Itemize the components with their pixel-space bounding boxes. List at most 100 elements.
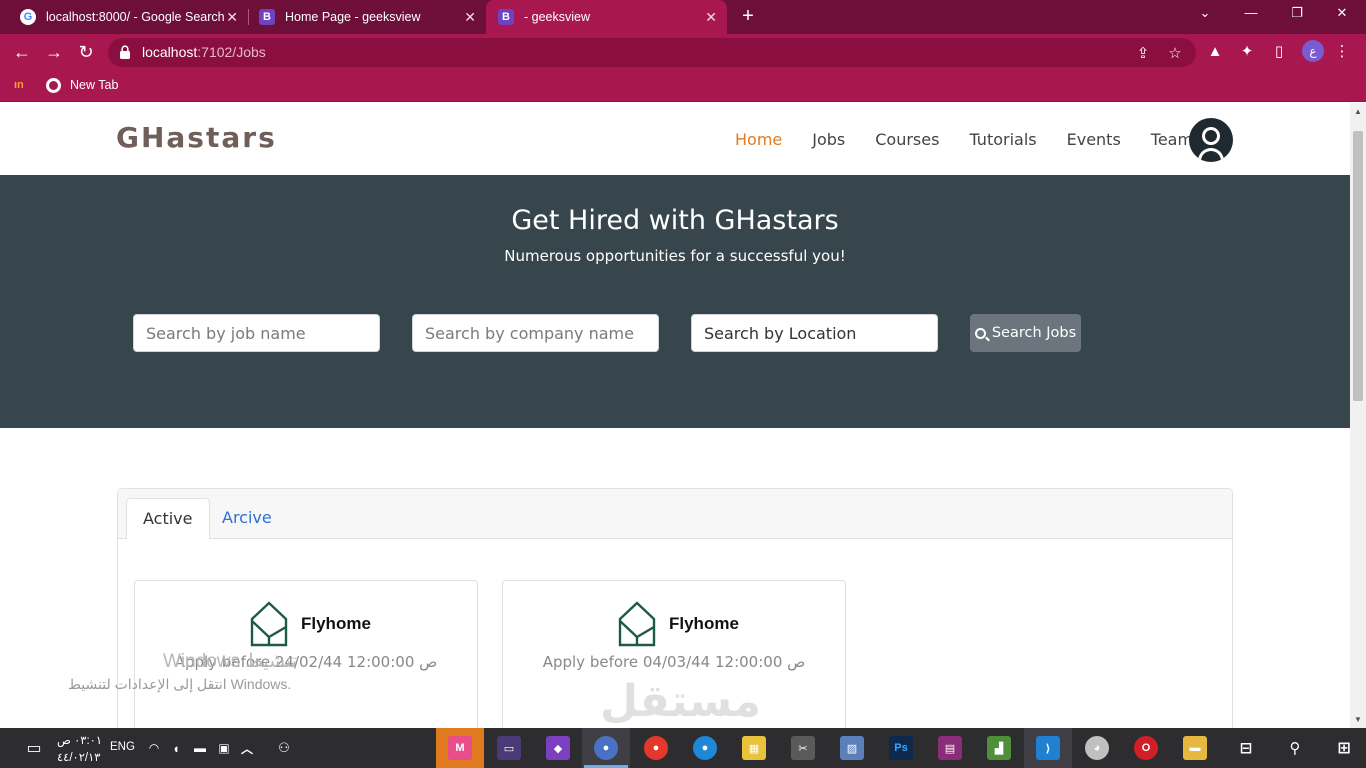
chevron-up-icon[interactable]: ︿ <box>235 736 259 760</box>
people-icon[interactable]: ⚇ <box>272 736 296 760</box>
company-name: Flyhome <box>301 614 371 633</box>
reload-icon[interactable]: ↻ <box>75 41 97 63</box>
wifi-icon[interactable]: ◠ <box>142 736 166 760</box>
nav-courses[interactable]: Courses <box>875 130 939 149</box>
site-brand[interactable]: GHastars <box>116 121 277 154</box>
share-icon[interactable]: ⇪ <box>1134 44 1152 62</box>
apply-deadline: Apply before 04/03/44 12:00:00 ص <box>542 653 806 671</box>
photoshop-app-icon[interactable]: Ps <box>889 736 913 760</box>
google-favicon-icon: G <box>20 9 36 25</box>
new-tab-icon[interactable]: + <box>738 6 758 28</box>
mostaql-watermark: مستقل <box>600 677 761 726</box>
scroll-down-icon[interactable]: ▼ <box>1354 715 1362 724</box>
search-icon <box>974 327 986 339</box>
company-name: Flyhome <box>669 614 739 633</box>
browser-tab-title: localhost:8000/ - Google Search <box>46 10 225 24</box>
menu-kebab-icon[interactable]: ⋮ <box>1333 43 1351 61</box>
windows-start-icon[interactable]: ⊞ <box>1332 736 1356 760</box>
bookmark-star-icon[interactable]: ☆ <box>1166 44 1184 62</box>
browser-tab-home[interactable]: B Home Page - geeksview ✕ <box>249 0 486 34</box>
hero-section: Get Hired with GHastars Numerous opportu… <box>0 175 1350 428</box>
location-search-input[interactable] <box>691 314 938 352</box>
opera-app-icon[interactable]: O <box>1134 736 1158 760</box>
edge-app-icon[interactable]: ● <box>693 736 717 760</box>
back-arrow-icon[interactable]: ← <box>11 41 33 63</box>
winrar-app-icon[interactable]: ▤ <box>938 736 962 760</box>
scroll-up-icon[interactable]: ▲ <box>1354 107 1362 116</box>
nav-jobs[interactable]: Jobs <box>812 130 845 149</box>
site-nav-links: Home Jobs Courses Tutorials Events Team <box>735 130 1223 149</box>
paint-app-icon[interactable]: ▨ <box>840 736 864 760</box>
chart-app-icon[interactable]: ▟ <box>987 736 1011 760</box>
nav-events[interactable]: Events <box>1067 130 1121 149</box>
nav-team[interactable]: Team <box>1151 130 1193 149</box>
tray-app-icon[interactable]: ▣ <box>212 736 236 760</box>
search-jobs-button[interactable]: Search Jobs <box>970 314 1081 352</box>
site-navbar: GHastars Home Jobs Courses Tutorials Eve… <box>0 103 1350 175</box>
search-icon[interactable]: ⚲ <box>1283 736 1307 760</box>
chrome-app-icon[interactable]: ● <box>594 736 618 760</box>
nav-home[interactable]: Home <box>735 130 782 149</box>
tools-app-icon[interactable]: ✂ <box>791 736 815 760</box>
clock-time[interactable]: ٠٣:٠١ ص <box>57 733 102 747</box>
sticky-app-icon[interactable]: ▦ <box>742 736 766 760</box>
volume-icon[interactable]: ◖ <box>164 736 188 760</box>
scrollbar-thumb[interactable] <box>1353 131 1363 401</box>
bookmarks-bar <box>0 70 1366 102</box>
browser-tab-title: Home Page - geeksview <box>285 10 421 24</box>
close-icon[interactable]: ✕ <box>705 9 717 26</box>
browser-tabstrip: G localhost:8000/ - Google Search ✕ B Ho… <box>0 0 1366 34</box>
extension-triangle-icon[interactable]: ▲ <box>1206 43 1224 61</box>
restore-icon[interactable]: ❐ <box>1287 5 1307 21</box>
flyhome-logo-icon <box>618 601 656 647</box>
page-scrollbar[interactable]: ▲ ▼ <box>1350 103 1366 728</box>
user-avatar-icon[interactable] <box>1189 118 1233 162</box>
minimize-icon[interactable]: — <box>1241 5 1261 20</box>
close-icon[interactable]: ✕ <box>464 9 476 26</box>
address-url: localhost:7102/Jobs <box>142 44 266 60</box>
vscode-app-icon[interactable]: ⟩ <box>1036 736 1060 760</box>
flyhome-logo-icon <box>250 601 288 647</box>
nav-tutorials[interactable]: Tutorials <box>969 130 1036 149</box>
clock-date[interactable]: ٤٤/٠٢/١٣ <box>57 750 100 764</box>
forward-arrow-icon[interactable]: → <box>43 41 65 63</box>
action-center-icon[interactable]: ▭ <box>22 736 46 760</box>
paint-palette-app-icon[interactable]: ◕ <box>1085 736 1109 760</box>
hero-title: Get Hired with GHastars <box>511 205 839 236</box>
windows-activation-title: Windows تنشيط <box>163 651 298 672</box>
browser-tab-active[interactable]: B - geeksview ✕ <box>486 0 727 34</box>
file-explorer-app-icon[interactable]: ▬ <box>1183 736 1207 760</box>
profile-avatar[interactable]: ع <box>1302 40 1324 62</box>
visual-studio-app-icon[interactable]: ◆ <box>546 736 570 760</box>
bootstrap-favicon-icon: B <box>259 9 275 25</box>
browser-tab-google[interactable]: G localhost:8000/ - Google Search ✕ <box>8 0 248 34</box>
bookmark-new-tab[interactable]: New Tab <box>46 76 118 94</box>
extensions-puzzle-icon[interactable]: ✦ <box>1238 43 1256 61</box>
close-icon[interactable]: ✕ <box>226 9 238 26</box>
bookmark-label: New Tab <box>70 78 119 92</box>
terminal-app-icon[interactable]: ▭ <box>497 736 521 760</box>
bootstrap-favicon-icon: B <box>498 9 514 25</box>
tab-search-chevron-icon[interactable]: ⌄ <box>1195 5 1215 21</box>
tab-active[interactable]: Active <box>126 498 210 540</box>
xampp-app-icon[interactable]: M <box>448 736 472 760</box>
side-panel-icon[interactable]: ▯ <box>1270 43 1288 61</box>
address-bar[interactable]: localhost:7102/Jobs ⇪ ☆ <box>108 38 1196 67</box>
tab-archive[interactable]: Arcive <box>206 498 288 540</box>
window-close-icon[interactable]: ✕ <box>1332 5 1352 21</box>
task-view-icon[interactable]: ⊟ <box>1234 736 1258 760</box>
hero-subtitle: Numerous opportunities for a successful … <box>504 247 846 265</box>
language-indicator[interactable]: ENG <box>110 741 135 753</box>
browser-toolbar: ← → ↻ localhost:7102/Jobs ⇪ ☆ ▲ ✦ ▯ ⋮ <box>0 34 1366 70</box>
search-jobs-label: Search Jobs <box>991 325 1077 341</box>
windows-activation-hint: انتقل إلى الإعدادات لتنشيط Windows. <box>68 676 292 692</box>
job-name-search-input[interactable] <box>133 314 380 352</box>
firefox-app-icon[interactable]: ● <box>644 736 668 760</box>
browser-tab-title: - geeksview <box>524 10 590 24</box>
company-name-search-input[interactable] <box>412 314 659 352</box>
globe-icon <box>46 77 61 93</box>
battery-icon[interactable]: ▬ <box>188 736 212 760</box>
apps-shortcut-icon[interactable]: ın <box>14 79 24 91</box>
page-viewport: GHastars Home Jobs Courses Tutorials Eve… <box>0 103 1350 728</box>
lock-icon <box>120 45 130 59</box>
